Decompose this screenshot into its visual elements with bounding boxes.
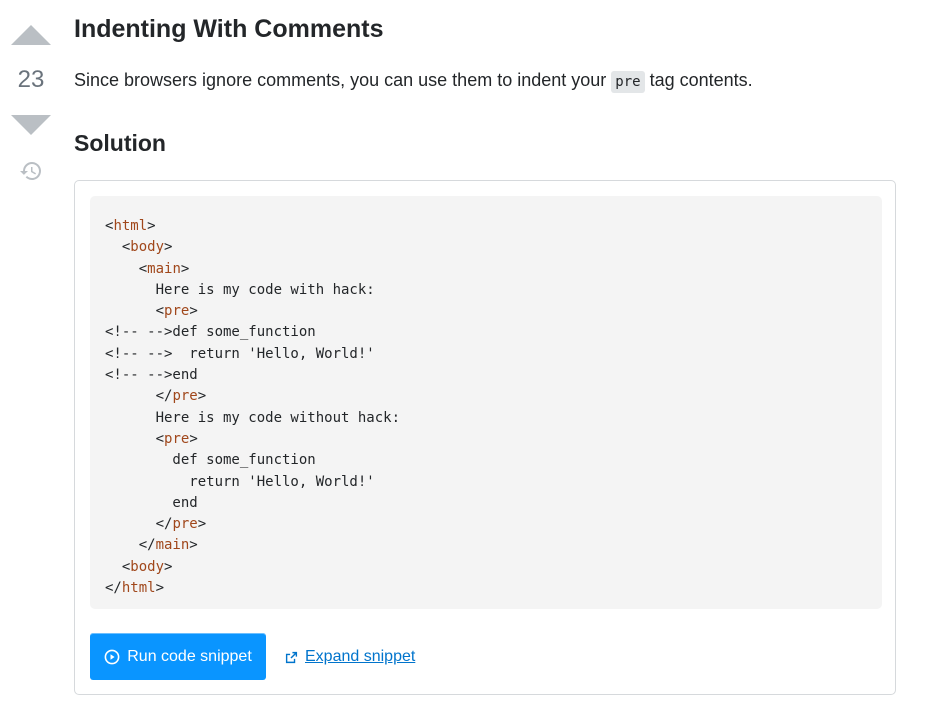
code-line: <!-- -->def some_function xyxy=(105,324,316,340)
intro-text-before: Since browsers ignore comments, you can … xyxy=(74,70,612,90)
code-content: <html> <body> <main> Here is my code wit… xyxy=(105,216,867,599)
code-snippet: <html> <body> <main> Here is my code wit… xyxy=(74,180,896,695)
code-tag-name: pre xyxy=(164,430,190,447)
code-text: < xyxy=(105,239,131,256)
code-text: < xyxy=(105,303,165,320)
code-text: > xyxy=(197,516,207,533)
code-text: < xyxy=(105,558,131,575)
code-line: <!-- --> return 'Hello, World!' xyxy=(105,346,375,362)
solution-heading: Solution xyxy=(74,130,166,156)
code-text: > xyxy=(189,303,198,320)
code-line: Here is my code without hack: xyxy=(105,410,400,426)
code-text: </ xyxy=(105,388,173,405)
post-title: Indenting With Comments xyxy=(74,15,384,43)
code-line: return 'Hello, World!' xyxy=(105,473,375,490)
code-text: end xyxy=(105,494,198,511)
code-line: </pre> xyxy=(105,388,207,405)
code-line: <pre> xyxy=(105,431,198,447)
code-tag-name: html xyxy=(113,218,148,234)
code-line: </main> xyxy=(105,537,198,553)
code-line: <html> xyxy=(105,218,156,234)
code-text: > xyxy=(155,580,165,597)
code-text: < xyxy=(105,430,165,447)
inline-code: pre xyxy=(611,71,645,93)
code-line: <main> xyxy=(105,260,190,277)
code-line: def some_function xyxy=(105,452,316,469)
vote-up-icon[interactable] xyxy=(11,25,51,45)
code-tag-name: body xyxy=(130,239,165,256)
code-text: <!-- -->def some_function xyxy=(105,324,316,341)
expand-snippet-link[interactable]: Expand snippet xyxy=(285,648,415,666)
code-text: <!-- --> return 'Hello, World!' xyxy=(105,345,375,362)
code-text: > xyxy=(197,388,207,405)
code-text: </ xyxy=(105,580,122,597)
code-text: <!-- -->end xyxy=(105,367,198,384)
code-line: <body> xyxy=(105,239,173,256)
code-tag-name: main xyxy=(147,260,181,277)
code-line: end xyxy=(105,494,198,511)
code-tag-name: body xyxy=(130,558,165,575)
code-text: Here is my code with hack: xyxy=(105,281,375,298)
code-tag-name: pre xyxy=(172,516,198,533)
post-intro: Since browsers ignore comments, you can … xyxy=(74,68,753,94)
run-code-snippet-button[interactable]: Run code snippet xyxy=(90,633,266,680)
run-button-label: Run code snippet xyxy=(127,647,252,665)
code-text: > xyxy=(189,430,198,447)
code-text: < xyxy=(105,260,148,277)
external-link-icon xyxy=(285,651,298,663)
code-block[interactable]: <html> <body> <main> Here is my code wit… xyxy=(90,196,882,609)
code-text: return 'Hello, World!' xyxy=(105,473,375,490)
code-line: <body> xyxy=(105,558,173,575)
code-tag-name: pre xyxy=(164,303,190,320)
play-circle-icon xyxy=(104,649,120,664)
code-tag-name: main xyxy=(155,537,190,554)
code-text: Here is my code without hack: xyxy=(105,409,401,426)
history-icon[interactable] xyxy=(19,159,43,183)
vote-down-icon[interactable] xyxy=(11,115,51,135)
code-line: </html> xyxy=(105,580,164,596)
code-text: > xyxy=(164,239,173,256)
vote-count: 23 xyxy=(17,66,45,93)
code-tag-name: html xyxy=(121,580,156,597)
code-text: </ xyxy=(105,516,173,533)
intro-text-after: tag contents. xyxy=(644,70,753,90)
code-text: > xyxy=(189,537,198,554)
code-text: > xyxy=(147,218,156,234)
code-tag-name: pre xyxy=(172,388,198,405)
code-line: <!-- -->end xyxy=(105,367,198,383)
expand-snippet-label: Expand snippet xyxy=(305,648,416,665)
code-text: > xyxy=(180,260,190,277)
code-text: > xyxy=(164,558,173,575)
code-line: Here is my code with hack: xyxy=(105,282,375,298)
code-text: </ xyxy=(105,537,156,554)
code-line: </pre> xyxy=(105,516,207,533)
code-line: <pre> xyxy=(105,303,198,319)
code-text: def some_function xyxy=(105,452,316,469)
